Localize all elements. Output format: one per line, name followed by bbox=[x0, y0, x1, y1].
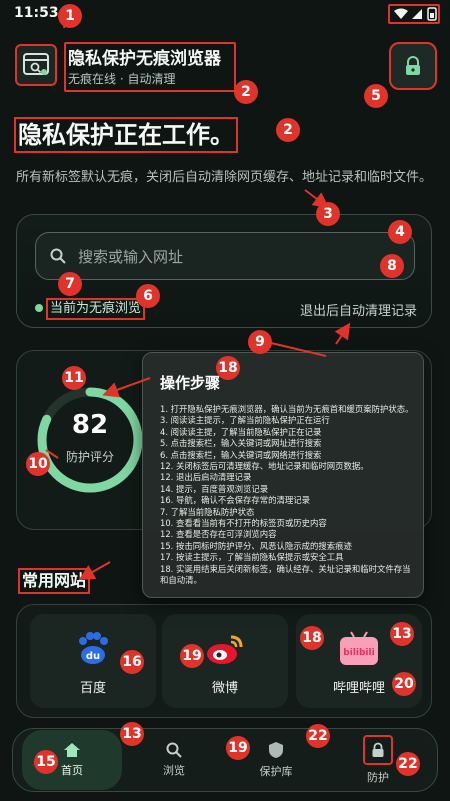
nav-label: 浏览 bbox=[163, 764, 185, 777]
annotation-badge: 1 bbox=[58, 4, 82, 28]
annotation-badge: 20 bbox=[392, 672, 416, 696]
step-item: 12. 查看是否存在可浮浏览内容 bbox=[160, 529, 277, 540]
annotation-badge: 4 bbox=[388, 220, 412, 244]
popup-title: 操作步骤 bbox=[160, 374, 221, 392]
search-icon bbox=[50, 248, 66, 264]
nav-label: 首页 bbox=[61, 764, 83, 777]
svg-text:du: du bbox=[86, 651, 100, 662]
lock-icon bbox=[406, 56, 420, 75]
lock-highlight bbox=[363, 735, 393, 765]
score-ring bbox=[37, 387, 143, 493]
steps-list: 1. 打开隐私保护无痕浏览器，确认当前为无痕首和缓页案防护状态。 3. 阅读读主提… bbox=[160, 404, 418, 587]
annotation-badge: 19 bbox=[180, 644, 204, 668]
search-placeholder: 搜索或输入网址 bbox=[78, 248, 184, 266]
search-icon bbox=[166, 742, 182, 758]
site-name: 哔哩哔哩 bbox=[332, 681, 385, 696]
svg-text:bilibili: bilibili bbox=[343, 648, 374, 658]
status-icons-highlight bbox=[388, 4, 440, 24]
step-item: 16. 导航，确认不会保存存常的清理记录 bbox=[160, 495, 310, 506]
annotation-badge: 13 bbox=[120, 722, 144, 746]
score-label: 防护评分 bbox=[65, 450, 114, 464]
site-name: 微博 bbox=[211, 681, 238, 696]
home-icon bbox=[64, 743, 80, 757]
annotation-badge: 18 bbox=[216, 356, 240, 380]
status-time: 11:53 bbox=[14, 5, 59, 21]
annotation-badge: 22 bbox=[396, 752, 420, 776]
annotation-badge: 7 bbox=[58, 272, 82, 296]
annotation-badge: 15 bbox=[34, 750, 58, 774]
annotation-badge: 10 bbox=[26, 452, 50, 476]
app-title: 隐私保护无痕浏览器 bbox=[68, 49, 221, 69]
annotation-badge: 9 bbox=[248, 330, 272, 354]
step-item: 7. 了解当前隐私防护状态 bbox=[160, 506, 255, 517]
baidu-logo-icon: du bbox=[79, 632, 108, 664]
bilibili-logo-icon: bilibili bbox=[340, 631, 378, 665]
nav-label: 保护库 bbox=[259, 765, 293, 778]
annotation-badge: 5 bbox=[364, 84, 388, 108]
step-item: 10. 查看看当前有不打开的标签页或历史内容 bbox=[160, 518, 327, 529]
annotation-badge: 2 bbox=[234, 80, 258, 104]
browser-search-icon bbox=[23, 53, 49, 75]
annotation-badge: 3 bbox=[316, 202, 340, 226]
step-item: 17. 按读主提示，了解当前隐私保提示或安全工具 bbox=[160, 552, 344, 563]
auto-clear-label[interactable]: 退出后自动清理记录 bbox=[300, 300, 417, 319]
score-value: 82 bbox=[71, 410, 109, 440]
app-subtitle: 无痕在线 · 自动清理 bbox=[68, 72, 176, 86]
lock-button[interactable] bbox=[389, 42, 437, 90]
annotation-badge: 8 bbox=[380, 254, 404, 278]
nav-label: 防护 bbox=[367, 771, 389, 784]
lock-icon bbox=[372, 742, 384, 757]
step-item: 12. 关闭标签后可清理缓存、地址记录和临时网页数据。 bbox=[160, 461, 369, 472]
annotation-badge: 22 bbox=[306, 724, 330, 748]
step-item: 18. 实诞用结束后关闭新标签，确认经存、关址记录和临时文件存当和自动清。 bbox=[160, 563, 411, 586]
step-item: 3. 阅读读主提示，了解当前隐私保护正在运行 bbox=[160, 415, 330, 426]
step-item: 4. 阅读读主提，了解当前隐私保护正在记录 bbox=[160, 426, 322, 437]
frequent-sites-title: 常用网站 bbox=[18, 568, 91, 594]
annotation-badge: 2 bbox=[276, 118, 300, 142]
annotation-badge: 19 bbox=[226, 736, 250, 760]
step-item: 15. 按击同标时防护评分、风恶认隐示成的搜索痕迹 bbox=[160, 540, 352, 551]
page-headline: 隐私保护正在工作。 bbox=[14, 117, 238, 153]
step-item: 5. 点击搜索栏，输入关键词或网址进行搜索 bbox=[160, 438, 322, 449]
annotation-badge: 18 bbox=[300, 626, 324, 650]
step-item: 14. 提示，百度普观浏览记录 bbox=[160, 483, 269, 494]
site-name: 百度 bbox=[79, 681, 106, 696]
weibo-logo-icon bbox=[207, 635, 243, 664]
app-icon[interactable] bbox=[15, 44, 57, 86]
incognito-status-dot bbox=[35, 304, 43, 312]
annotation-badge: 13 bbox=[390, 622, 414, 646]
step-item: 6. 点击搜索栏，输入关键词或网络进行搜索 bbox=[160, 449, 322, 460]
annotation-badge: 16 bbox=[120, 650, 144, 674]
step-item: 1. 打开隐私保护无痕浏览器，确认当前为无痕首和缓页案防护状态。 bbox=[160, 404, 414, 414]
shield-icon bbox=[269, 742, 283, 758]
incognito-mode-label: 当前为无痕浏览 bbox=[46, 298, 146, 320]
page-description: 所有新标签默认无痕，关闭后自动清除网页缓存、地址记录和临时文件。 bbox=[16, 170, 433, 185]
annotation-badge: 11 bbox=[62, 366, 86, 390]
annotation-badge: 6 bbox=[136, 284, 160, 308]
step-item: 12. 退出后启动清理记录 bbox=[160, 472, 252, 483]
